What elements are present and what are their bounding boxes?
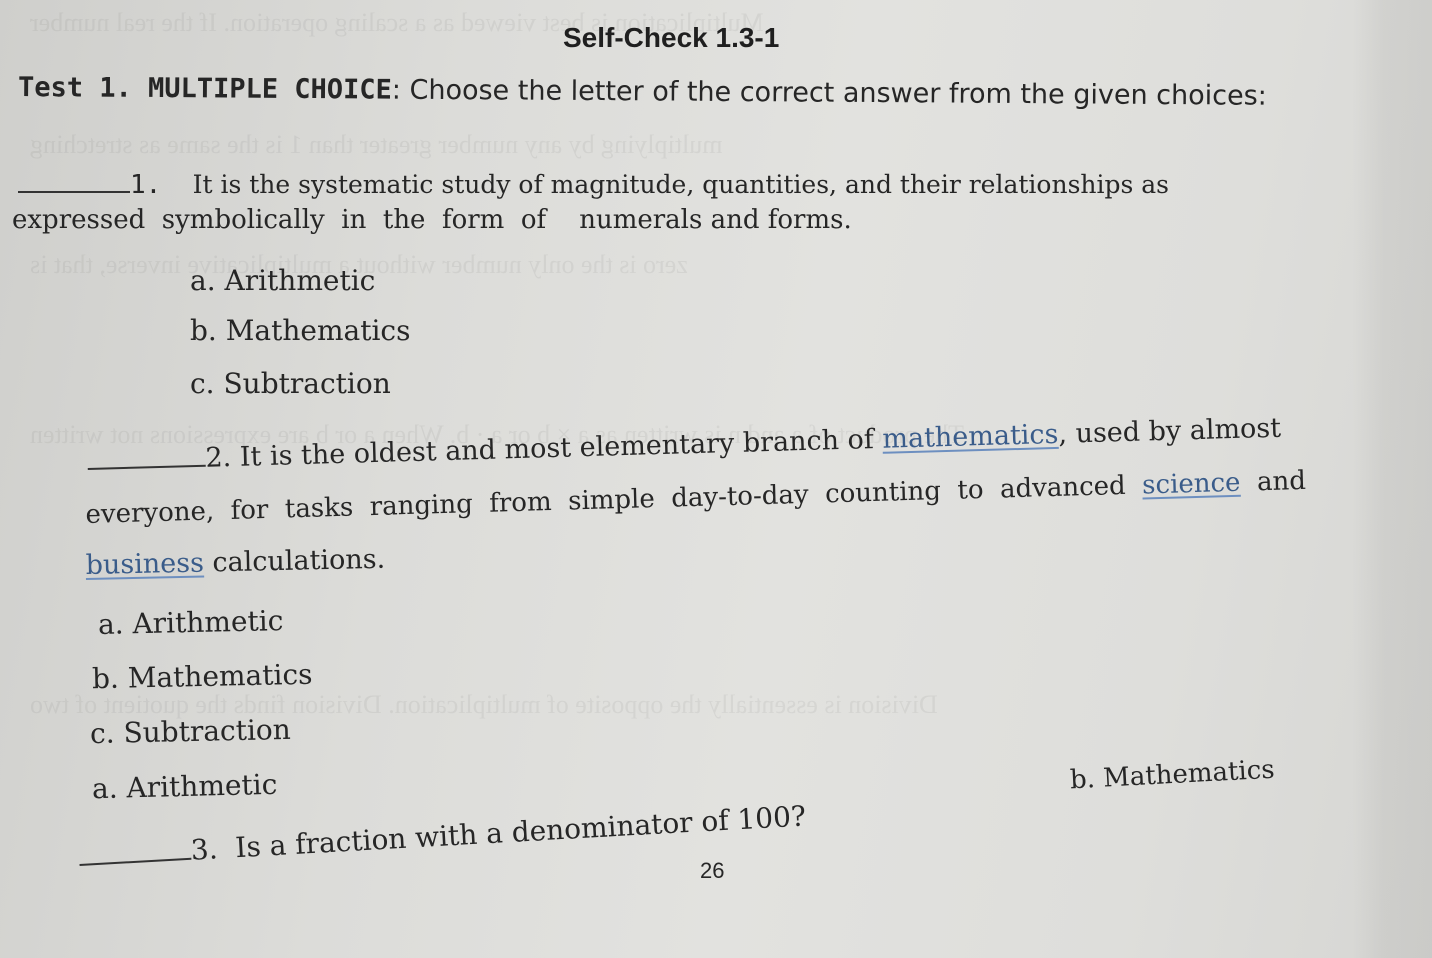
question-text-line-2: expressed symbolically in the form of nu…: [12, 205, 852, 235]
question-2-line-2: everyone, for tasks ranging from simple …: [85, 466, 1306, 530]
question-text: Is a fraction with a denominator of 100?: [234, 799, 807, 865]
answer-blank-1[interactable]: [18, 191, 130, 193]
choice-2c[interactable]: c. Subtraction: [90, 713, 291, 750]
question-1: 1. It is the systematic study of magnitu…: [18, 170, 1169, 200]
question-2-line-3: business calculations.: [85, 544, 385, 581]
answer-blank-2[interactable]: [87, 464, 206, 471]
choice-2a[interactable]: a. Arithmetic: [98, 604, 284, 641]
instructions-text: : Choose the letter of the correct answe…: [391, 74, 1267, 112]
bleed-through-text: multiplying by any number greater than 1…: [30, 130, 723, 159]
page-edge-shadow: [1352, 0, 1432, 958]
question-text-line-1: It is the systematic study of magnitude,…: [192, 170, 1170, 199]
link-mathematics[interactable]: mathematics: [882, 419, 1059, 455]
choice-2b[interactable]: b. Mathematics: [92, 658, 313, 696]
page-title: Self-Check 1.3-1: [563, 22, 780, 53]
question-number: 1.: [130, 170, 162, 200]
question-3: 3. Is a fraction with a denominator of 1…: [78, 799, 807, 873]
link-science[interactable]: science: [1142, 468, 1241, 501]
choice-1b[interactable]: b. Mathematics: [190, 314, 410, 347]
test-instructions: Test 1. MULTIPLE CHOICE: Choose the lett…: [18, 72, 1267, 112]
choice-1c[interactable]: c. Subtraction: [190, 367, 391, 400]
link-business[interactable]: business: [85, 548, 204, 581]
question-number: 3.: [189, 832, 219, 867]
page-number: 26: [700, 858, 725, 883]
question-text: calculations.: [203, 543, 386, 579]
choice-1a[interactable]: a. Arithmetic: [190, 264, 375, 297]
choice-3b[interactable]: b. Mathematics: [1069, 755, 1275, 796]
question-text: and: [1240, 465, 1307, 498]
answer-blank-3[interactable]: [79, 857, 192, 867]
choice-3a[interactable]: a. Arithmetic: [92, 768, 278, 806]
question-number: 2.: [205, 441, 232, 474]
question-text: , used by almost: [1057, 412, 1282, 450]
test-label: Test 1. MULTIPLE CHOICE: [17, 72, 392, 106]
question-text: everyone, for tasks ranging from simple …: [85, 470, 1143, 530]
